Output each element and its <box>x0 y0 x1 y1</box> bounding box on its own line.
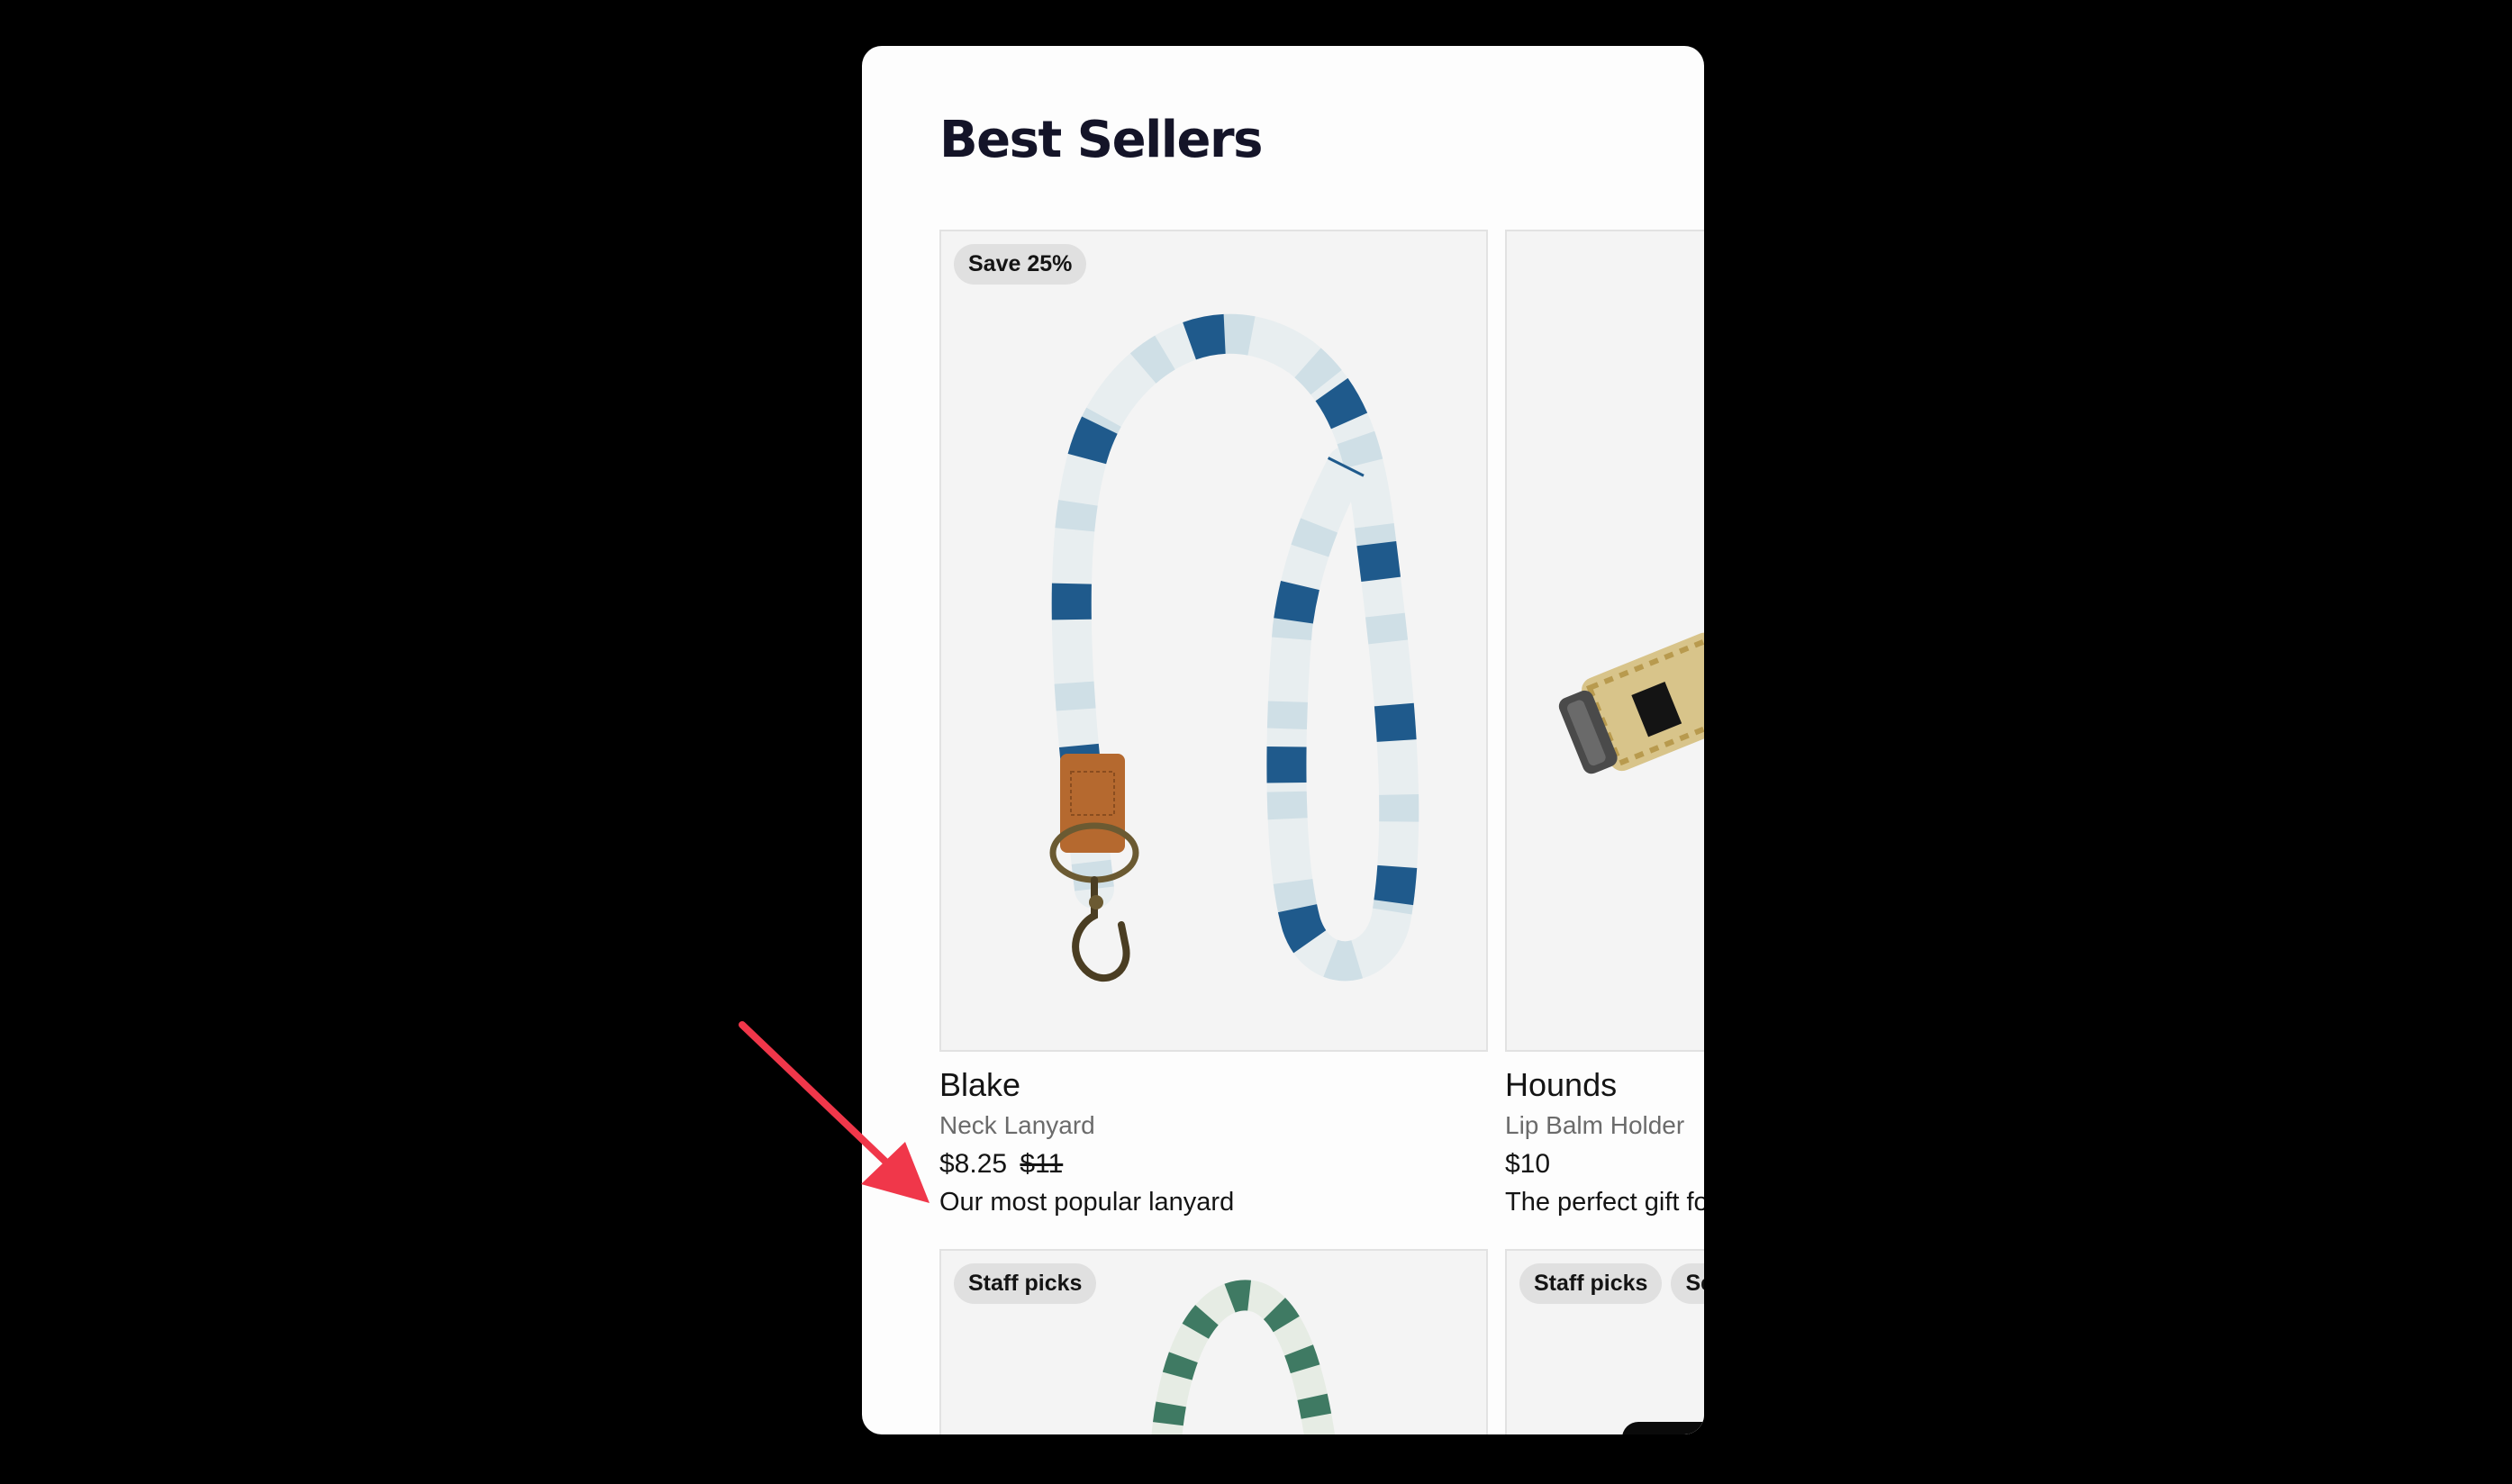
best-sellers-panel: Best Sellers Save 25% Blake Neck Lanyard… <box>862 46 1704 1434</box>
price: $10 <box>1505 1149 1551 1179</box>
product-name[interactable]: Hounds <box>1505 1064 1704 1106</box>
product-card[interactable]: Staff picks Se <box>1505 1249 1704 1434</box>
badge-row: Staff picks <box>954 1263 1097 1304</box>
save-badge: Save 25% <box>954 244 1087 285</box>
staff-picks-badge: Staff picks <box>954 1263 1097 1304</box>
product-image-frame[interactable]: Save 25% <box>939 230 1488 1052</box>
neck-lanyard-image <box>1049 313 1419 982</box>
product-type: Neck Lanyard <box>939 1111 1095 1139</box>
product-card-blake[interactable]: Save 25% Blake Neck Lanyard $8.25 $11 Ou… <box>939 230 1488 1221</box>
product-price: $8.25 $11 <box>939 1145 1488 1183</box>
product-name[interactable]: Blake <box>939 1064 1488 1106</box>
product-tagline: Our most popular lanyard <box>939 1188 1235 1217</box>
product-image-frame[interactable]: Staff picks <box>939 1249 1488 1434</box>
product-image-frame[interactable] <box>1505 230 1704 1052</box>
badge-row: Staff picks Se <box>1519 1263 1704 1304</box>
product-card[interactable]: Staff picks <box>939 1249 1488 1434</box>
section-title: Best Sellers <box>939 111 1263 169</box>
secondary-badge: Se <box>1671 1263 1704 1304</box>
arrow-annotation-icon <box>739 1021 930 1203</box>
original-price: $11 <box>1020 1149 1064 1179</box>
product-image-frame[interactable]: Staff picks Se <box>1505 1249 1704 1434</box>
product-price: $10 <box>1505 1145 1704 1183</box>
product-tagline: The perfect gift fo <box>1505 1188 1704 1217</box>
staff-picks-badge: Staff picks <box>1519 1263 1663 1304</box>
product-card-hounds[interactable]: Hounds Lip Balm Holder $10 The perfect g… <box>1505 230 1704 1221</box>
badge-row: Save 25% <box>954 244 1087 285</box>
product-type: Lip Balm Holder <box>1505 1111 1685 1139</box>
lip-balm-holder-image <box>1558 632 1704 774</box>
